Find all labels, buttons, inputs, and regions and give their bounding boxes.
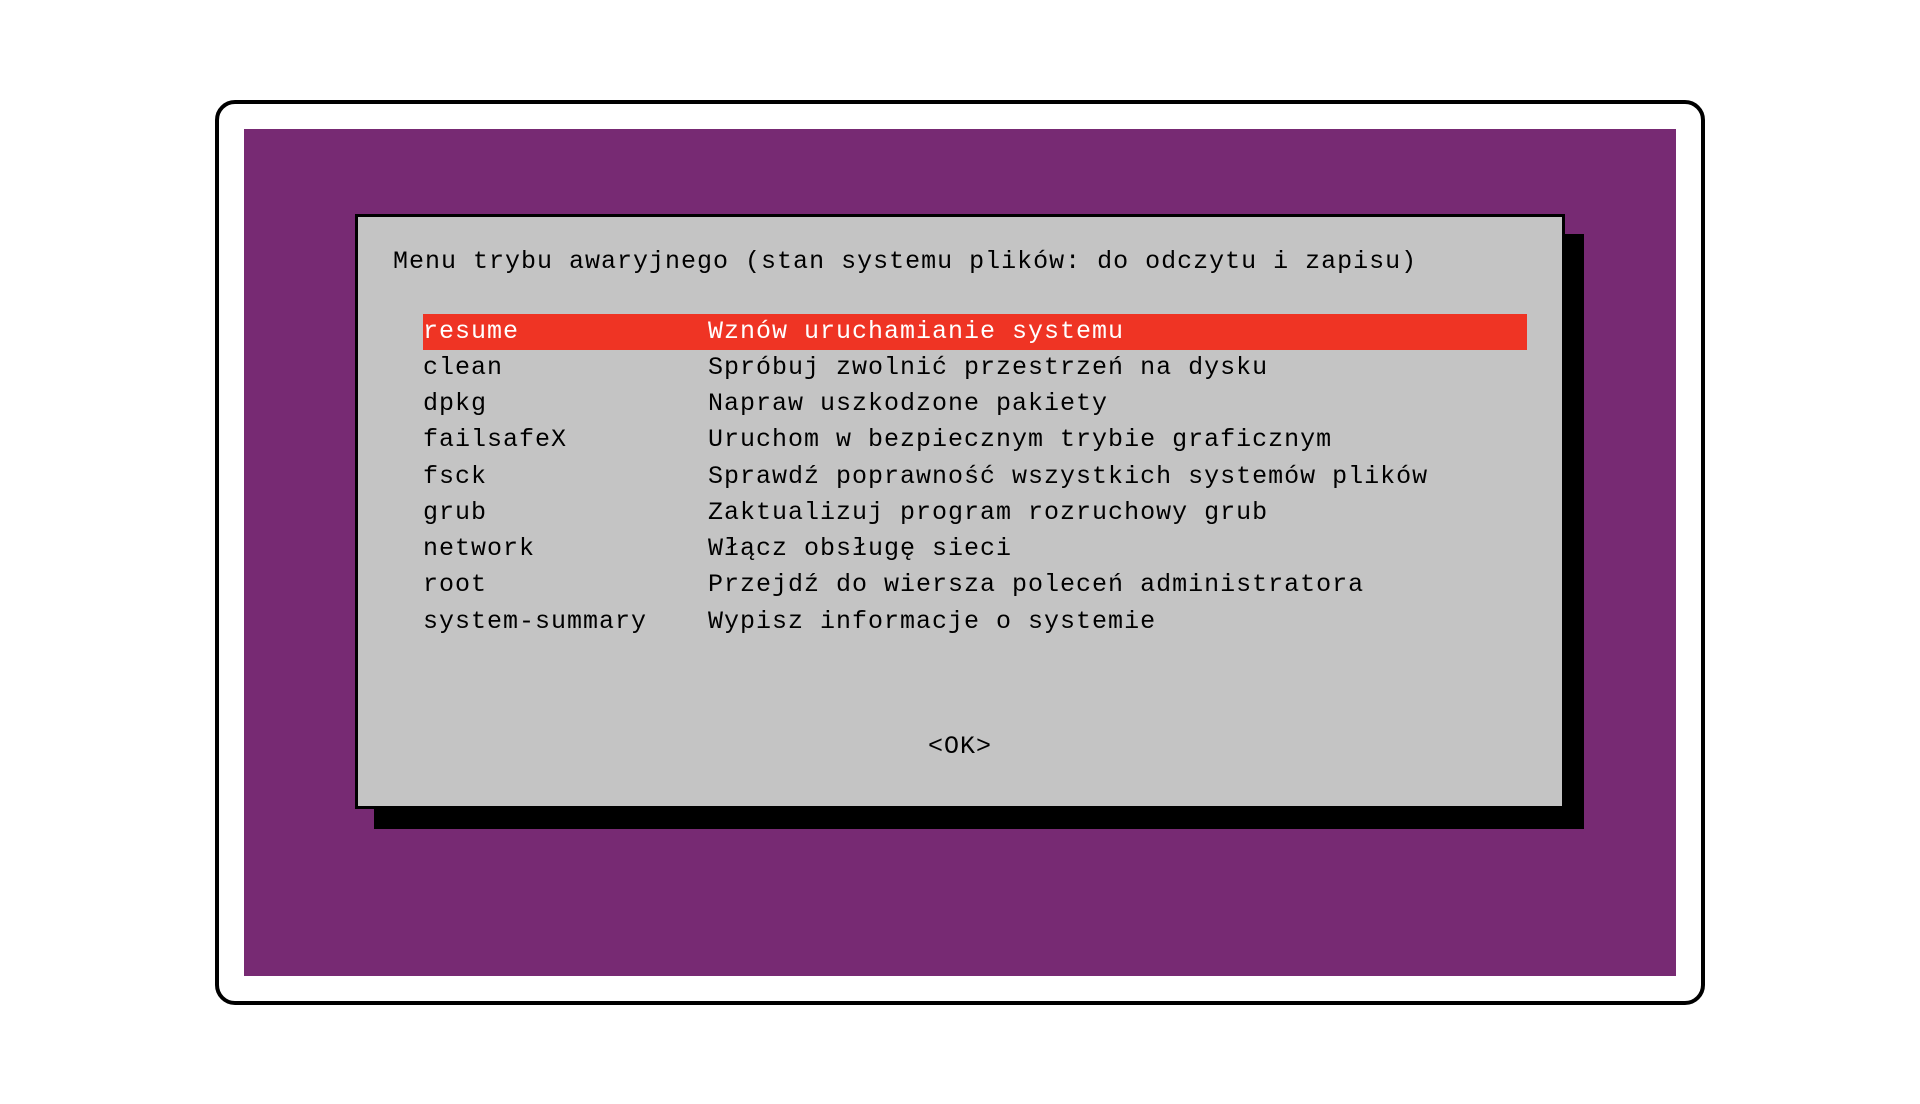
menu-list[interactable]: resume Wznów uruchamianie systemu clean … bbox=[423, 314, 1527, 640]
menu-item-description: Wznów uruchamianie systemu bbox=[708, 314, 1527, 350]
menu-item-network[interactable]: network Włącz obsługę sieci bbox=[423, 531, 1527, 567]
menu-item-description: Sprawdź poprawność wszystkich systemów p… bbox=[708, 459, 1527, 495]
dialog-title: Menu trybu awaryjnego (stan systemu plik… bbox=[393, 247, 1527, 276]
menu-item-description: Spróbuj zwolnić przestrzeń na dysku bbox=[708, 350, 1527, 386]
menu-item-name: clean bbox=[423, 350, 708, 386]
menu-item-name: root bbox=[423, 567, 708, 603]
menu-item-dpkg[interactable]: dpkg Napraw uszkodzone pakiety bbox=[423, 386, 1527, 422]
menu-item-description: Napraw uszkodzone pakiety bbox=[708, 386, 1527, 422]
menu-item-failsafex[interactable]: failsafeX Uruchom w bezpiecznym trybie g… bbox=[423, 422, 1527, 458]
menu-item-system-summary[interactable]: system-summary Wypisz informacje o syste… bbox=[423, 604, 1527, 640]
terminal-background: Menu trybu awaryjnego (stan systemu plik… bbox=[244, 129, 1676, 976]
menu-item-description: Uruchom w bezpiecznym trybie graficznym bbox=[708, 422, 1527, 458]
menu-item-name: resume bbox=[423, 314, 708, 350]
menu-item-fsck[interactable]: fsck Sprawdź poprawność wszystkich syste… bbox=[423, 459, 1527, 495]
menu-item-name: fsck bbox=[423, 459, 708, 495]
menu-item-clean[interactable]: clean Spróbuj zwolnić przestrzeń na dysk… bbox=[423, 350, 1527, 386]
outer-frame: Menu trybu awaryjnego (stan systemu plik… bbox=[215, 100, 1705, 1005]
menu-item-grub[interactable]: grub Zaktualizuj program rozruchowy grub bbox=[423, 495, 1527, 531]
ok-button[interactable]: <OK> bbox=[358, 732, 1562, 761]
menu-item-name: dpkg bbox=[423, 386, 708, 422]
menu-item-name: network bbox=[423, 531, 708, 567]
menu-item-description: Przejdź do wiersza poleceń administrator… bbox=[708, 567, 1527, 603]
menu-item-name: system-summary bbox=[423, 604, 708, 640]
menu-item-root[interactable]: root Przejdź do wiersza poleceń administ… bbox=[423, 567, 1527, 603]
recovery-menu-dialog: Menu trybu awaryjnego (stan systemu plik… bbox=[355, 214, 1565, 809]
menu-item-name: failsafeX bbox=[423, 422, 708, 458]
menu-item-description: Zaktualizuj program rozruchowy grub bbox=[708, 495, 1527, 531]
menu-item-description: Wypisz informacje o systemie bbox=[708, 604, 1527, 640]
menu-item-description: Włącz obsługę sieci bbox=[708, 531, 1527, 567]
menu-item-resume[interactable]: resume Wznów uruchamianie systemu bbox=[423, 314, 1527, 350]
menu-item-name: grub bbox=[423, 495, 708, 531]
